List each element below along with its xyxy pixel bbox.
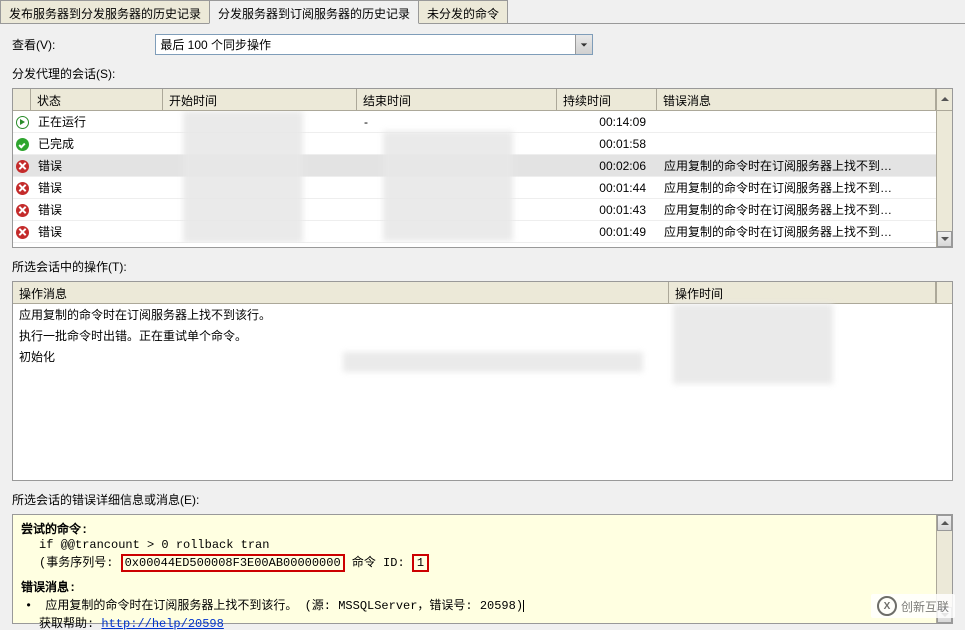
attempted-command-label: 尝试的命令: <box>21 520 944 537</box>
operations-body: 应用复制的命令时在订阅服务器上找不到该行。执行一批命令时出错。正在重试单个命令。… <box>13 304 952 480</box>
status-cell: 错误 <box>32 199 164 220</box>
sessions-grid-body: 正在运行-00:14:09已完成00:01:58错误00:02:06应用复制的命… <box>13 111 952 243</box>
error-details-label: 所选会话的错误详细信息或消息(E): <box>0 487 965 512</box>
duration-cell: 00:01:49 <box>558 223 658 241</box>
operations-grid: 操作消息 操作时间 应用复制的命令时在订阅服务器上找不到该行。执行一批命令时出错… <box>12 281 953 481</box>
scroll-up-button[interactable] <box>936 89 952 110</box>
sessions-grid: 状态 开始时间 结束时间 持续时间 错误消息 正在运行 -00:14:09 已完成 0… <box>12 88 953 248</box>
operations-label: 所选会话中的操作(T): <box>0 254 965 279</box>
ops-scroll-header <box>936 282 952 303</box>
text-cursor <box>523 600 524 612</box>
status-cell: 正在运行 <box>32 111 164 132</box>
error-cell: 应用复制的命令时在订阅服务器上找不到… <box>658 199 936 220</box>
sessions-label: 分发代理的会话(S): <box>0 61 965 86</box>
view-row: 查看(V): 最后 100 个同步操作 <box>0 24 965 61</box>
header-op-time[interactable]: 操作时间 <box>669 282 936 303</box>
tab-unsent-commands[interactable]: 未分发的命令 <box>418 0 508 23</box>
header-error-msg[interactable]: 错误消息 <box>657 89 936 110</box>
header-end-time[interactable]: 结束时间 <box>357 89 557 110</box>
error-message-text: 应用复制的命令时在订阅服务器上找不到该行。 (源: MSSQLServer，错误… <box>21 596 944 613</box>
tab-publisher-to-distributor[interactable]: 发布服务器到分发服务器的历史记录 <box>0 0 210 23</box>
transaction-seq-line: (事务序列号: 0x00044ED500008F3E00AB00000000 命… <box>21 553 944 572</box>
status-icon <box>13 178 32 196</box>
end-time-cell: - <box>358 113 558 131</box>
header-status[interactable]: 状态 <box>31 89 163 110</box>
seq-value-highlight: 0x00044ED500008F3E00AB00000000 <box>121 554 345 572</box>
tab-bar: 发布服务器到分发服务器的历史记录 分发服务器到订阅服务器的历史记录 未分发的命令 <box>0 0 965 24</box>
tab-distributor-to-subscriber[interactable]: 分发服务器到订阅服务器的历史记录 <box>209 0 419 24</box>
view-label: 查看(V): <box>12 36 55 53</box>
status-icon <box>13 112 32 130</box>
duration-cell: 00:01:58 <box>558 135 658 153</box>
header-duration[interactable]: 持续时间 <box>557 89 657 110</box>
scroll-down-button[interactable] <box>937 231 952 247</box>
header-start-time[interactable]: 开始时间 <box>163 89 357 110</box>
chevron-down-icon[interactable] <box>575 35 592 54</box>
error-cell: 应用复制的命令时在订阅服务器上找不到… <box>658 221 936 242</box>
error-cell <box>658 120 936 124</box>
error-cell <box>658 142 936 146</box>
status-icon <box>13 200 32 218</box>
cmd-id-value-highlight: 1 <box>412 554 429 572</box>
header-op-msg[interactable]: 操作消息 <box>13 282 669 303</box>
header-icon-col[interactable] <box>13 89 31 110</box>
seq-label: (事务序列号: <box>39 556 121 570</box>
status-cell: 错误 <box>32 177 164 198</box>
sessions-grid-header: 状态 开始时间 结束时间 持续时间 错误消息 <box>13 89 952 111</box>
status-cell: 错误 <box>32 155 164 176</box>
duration-cell: 00:02:06 <box>558 157 658 175</box>
attempted-command-text: if @@trancount > 0 rollback tran <box>21 538 944 552</box>
duration-cell: 00:01:44 <box>558 179 658 197</box>
duration-cell: 00:14:09 <box>558 113 658 131</box>
duration-cell: 00:01:43 <box>558 201 658 219</box>
error-cell: 应用复制的命令时在订阅服务器上找不到… <box>658 177 936 198</box>
status-icon <box>13 222 32 240</box>
op-msg-cell: 执行一批命令时出错。正在重试单个命令。 <box>13 325 669 346</box>
status-cell: 错误 <box>32 221 164 242</box>
operations-header: 操作消息 操作时间 <box>13 282 952 304</box>
error-cell: 应用复制的命令时在订阅服务器上找不到… <box>658 155 936 176</box>
status-icon <box>13 156 32 174</box>
status-icon <box>13 134 32 152</box>
error-message-label: 错误消息: <box>21 578 944 595</box>
watermark: X 创新互联 <box>871 594 955 618</box>
watermark-logo-icon: X <box>877 596 897 616</box>
cmd-id-label: 命令 ID: <box>345 556 412 570</box>
help-label: 获取帮助: <box>39 617 101 630</box>
op-msg-cell: 应用复制的命令时在订阅服务器上找不到该行。 <box>13 304 669 325</box>
view-dropdown[interactable]: 最后 100 个同步操作 <box>155 34 593 55</box>
session-row[interactable]: 正在运行 -00:14:09 <box>13 111 952 133</box>
help-link[interactable]: http://help/20598 <box>101 617 223 630</box>
error-details-panel: 尝试的命令: if @@trancount > 0 rollback tran … <box>12 514 953 624</box>
details-scroll-up[interactable] <box>937 515 952 531</box>
watermark-text: 创新互联 <box>901 598 949 615</box>
sessions-scrollbar[interactable] <box>936 111 952 247</box>
status-cell: 已完成 <box>32 133 164 154</box>
view-dropdown-text: 最后 100 个同步操作 <box>156 34 575 55</box>
